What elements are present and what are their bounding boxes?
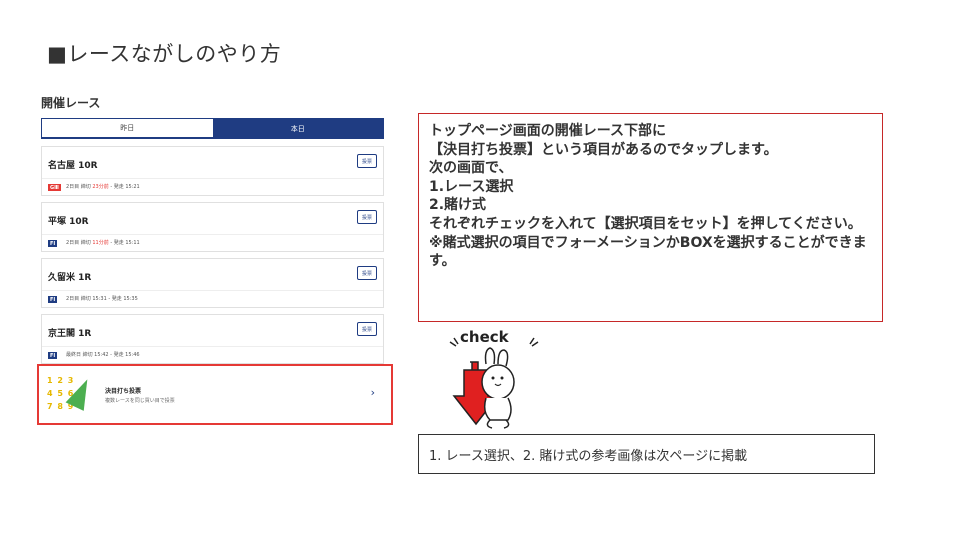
slide-title: ■レースながしのやり方 — [47, 42, 282, 66]
race-name: 平塚 10R — [48, 217, 89, 227]
note-box: 1. レース選択、2. 賭け式の参考画像は次ページに掲載 — [418, 434, 875, 474]
race-info-text: 最終日 締切 15:42 - 発走 15:46 — [66, 352, 140, 358]
divider — [42, 234, 383, 235]
race-start: - 発走 15:21 — [108, 184, 140, 190]
race-info: 2日目 締切 11分前 - 発走 15:11 — [66, 239, 140, 246]
race-card[interactable]: 京王閣 1R 投票 FⅠ 最終日 締切 15:42 - 発走 15:46 — [41, 314, 384, 364]
divider — [42, 290, 383, 291]
race-deadline: 23分前 — [92, 184, 109, 190]
vote-button[interactable]: 投票 — [357, 154, 377, 168]
race-info-text: 2日目 締切 15:31 - 発走 15:35 — [66, 296, 138, 302]
instruction-line: ※賭式選択の項目でフォーメーションかBOXを選択することができます。 — [429, 234, 867, 270]
race-card[interactable]: 名古屋 10R 投票 GⅢ 2日目 締切 23分前 - 発走 15:21 — [41, 146, 384, 196]
instruction-line: 2.賭け式 — [429, 197, 487, 214]
tab-today[interactable]: 本日 — [212, 119, 383, 138]
check-label: check — [460, 328, 509, 346]
vote-button[interactable]: 投票 — [357, 322, 377, 336]
race-info: 最終日 締切 15:42 - 発走 15:46 — [66, 351, 140, 358]
grade-badge: FⅠ — [48, 240, 58, 247]
kimeuchi-text: 決目打ち投票 複数レースを同じ買い目で投票 — [105, 386, 175, 404]
race-deadline: 11分前 — [92, 240, 109, 246]
kimeuchi-title: 決目打ち投票 — [105, 387, 142, 395]
race-name: 久留米 1R — [48, 273, 92, 283]
section-title: 開催レース — [41, 96, 101, 110]
instruction-line: 1.レース選択 — [429, 178, 514, 195]
grade-badge: GⅢ — [48, 184, 61, 191]
instruction-line: 次の画面で、 — [429, 160, 513, 177]
vote-button[interactable]: 投票 — [357, 266, 377, 280]
race-info-text: 2日目 締切 — [66, 240, 93, 246]
instruction-line: 【決目打ち投票】という項目があるのでタップします。 — [429, 141, 778, 158]
race-card[interactable]: 久留米 1R 投票 FⅠ 2日目 締切 15:31 - 発走 15:35 — [41, 258, 384, 308]
kimeuchi-thumbnail: 1 2 3 4 5 6 7 8 9 — [47, 374, 99, 415]
race-card[interactable]: 平塚 10R 投票 FⅠ 2日目 締切 11分前 - 発走 15:11 — [41, 202, 384, 252]
instruction-line: それぞれチェックを入れて【選択項目をセット】を押してください。 — [429, 215, 862, 232]
grade-badge: FⅠ — [48, 352, 58, 359]
race-info: 2日目 締切 15:31 - 発走 15:35 — [66, 295, 138, 302]
race-name: 名古屋 10R — [48, 161, 98, 171]
race-start: - 発走 15:11 — [108, 240, 140, 246]
race-list: 名古屋 10R 投票 GⅢ 2日目 締切 23分前 - 発走 15:21 平塚 … — [41, 146, 384, 370]
grade-badge: FⅠ — [48, 296, 58, 303]
vote-button[interactable]: 投票 — [357, 210, 377, 224]
tab-yesterday[interactable]: 昨日 — [42, 119, 213, 138]
instruction-box: トップページ画面の開催レース下部に 【決目打ち投票】という項目があるのでタップし… — [418, 113, 883, 322]
race-info-text: 2日目 締切 — [66, 184, 93, 190]
check-mascot-illustration: check — [446, 326, 546, 436]
race-info: 2日目 締切 23分前 - 発走 15:21 — [66, 183, 140, 190]
highlight-frame: 1 2 3 4 5 6 7 8 9 決目打ち投票 複数レースを同じ買い目で投票 … — [37, 364, 393, 425]
race-name: 京王閣 1R — [48, 329, 92, 339]
kimeuchi-vote-item[interactable]: 1 2 3 4 5 6 7 8 9 決目打ち投票 複数レースを同じ買い目で投票 … — [47, 370, 385, 419]
chevron-right-icon[interactable]: › — [371, 386, 375, 399]
kimeuchi-subtitle: 複数レースを同じ買い目で投票 — [105, 397, 175, 404]
divider — [42, 346, 383, 347]
divider — [42, 178, 383, 179]
day-tabs: 昨日 本日 — [41, 118, 384, 139]
instruction-line: トップページ画面の開催レース下部に — [429, 123, 667, 139]
